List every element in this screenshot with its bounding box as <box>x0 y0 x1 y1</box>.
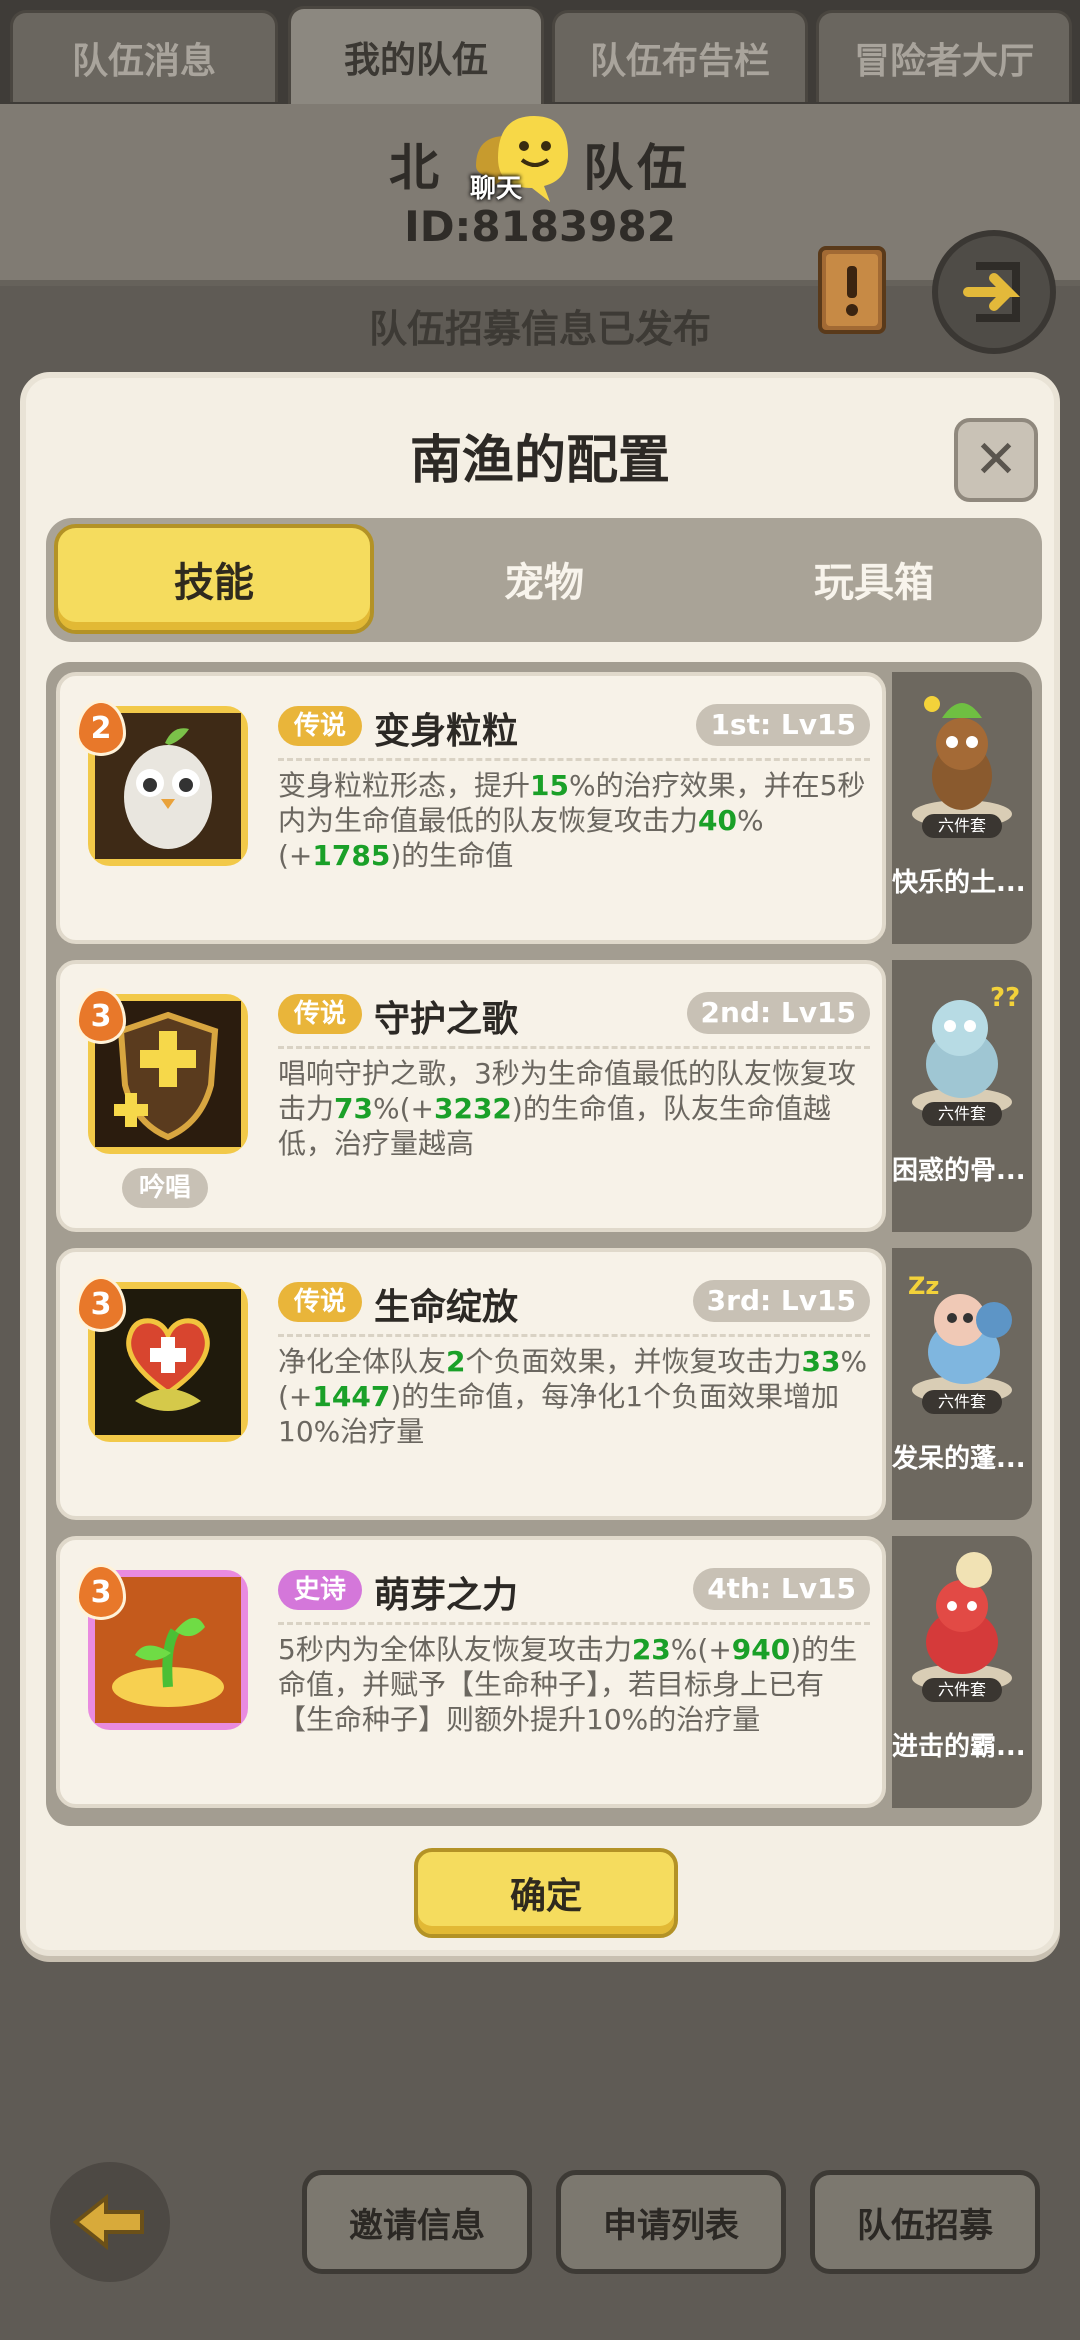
skill-name: 生命绽放 <box>374 1287 519 1328</box>
skill-name: 萌芽之力 <box>374 1575 519 1616</box>
highlight-value: 2 <box>446 1345 466 1378</box>
highlight-value: 33 <box>801 1345 841 1378</box>
skill-description: 唱响守护之歌，3秒为生命值最低的队友恢复攻击力73%(+3232)的生命值，队友… <box>278 1056 870 1161</box>
slot-badge: 4th: Lv15 <box>693 1568 870 1610</box>
pet-image: Zz <box>908 1272 1012 1404</box>
highlight-value: 3232 <box>433 1092 512 1125</box>
description-text: 变身粒粒形态，提升 <box>278 769 531 802</box>
chant-badge: 吟唱 <box>122 1168 208 1208</box>
loadout-tab-bar: 技能 宠物 玩具箱 <box>46 518 1042 642</box>
highlight-value: 940 <box>731 1633 791 1666</box>
skill-description: 净化全体队友2个负面效果，并恢复攻击力33%(+1447)的生命值，每净化1个负… <box>278 1344 870 1449</box>
chat-label: 聊天 <box>470 174 523 204</box>
close-icon: ✕ <box>974 430 1018 490</box>
skill-name: 守护之歌 <box>374 999 519 1040</box>
highlight-value: 1447 <box>312 1380 391 1413</box>
skill-list: 2 传说 变身粒粒 1st: Lv15 变身粒粒形态，提升15%的治疗效果，并在… <box>46 662 1042 1826</box>
pet-card[interactable]: Zz 六件套 发呆的蓬... <box>892 1248 1032 1520</box>
team-recruit-button[interactable]: 队伍招募 <box>810 2170 1040 2274</box>
invite-info-button[interactable]: 邀请信息 <box>302 2170 532 2274</box>
pet-image: ?? <box>912 983 1020 1116</box>
skill-card[interactable]: 3 传说 生命绽放 3rd: Lv15 净化全体队友2个负面效果，并恢复攻击力3… <box>56 1248 886 1520</box>
pet-set-badge: 六件套 <box>922 1102 1002 1126</box>
description-text: 5秒内为全体队友恢复攻击力 <box>278 1633 632 1666</box>
pet-card[interactable]: 六件套 快乐的土... <box>892 672 1032 944</box>
highlight-value: 1785 <box>312 839 391 872</box>
pet-name: 进击的霸... <box>892 1732 1026 1762</box>
skill-card[interactable]: 3 吟唱 传说 守护之歌 2nd: Lv15 唱响守护之歌，3秒为生命值最低的队… <box>56 960 886 1232</box>
description-text: %(+ <box>670 1633 732 1666</box>
tab-adventurer-hall[interactable]: 冒险者大厅 <box>816 10 1072 102</box>
pet-image <box>912 696 1012 828</box>
skill-name: 变身粒粒 <box>374 711 519 752</box>
tab-team-messages[interactable]: 队伍消息 <box>10 10 278 102</box>
skill-description: 变身粒粒形态，提升15%的治疗效果，并在5秒内为生命值最低的队友恢复攻击力40%… <box>278 768 870 873</box>
slot-badge: 2nd: Lv15 <box>686 992 870 1034</box>
team-id: ID:8183982 <box>404 202 676 251</box>
close-button[interactable]: ✕ <box>954 418 1038 502</box>
pet-card[interactable]: 六件套 进击的霸... <box>892 1536 1032 1808</box>
tab-my-team[interactable]: 我的队伍 <box>288 6 544 104</box>
rarity-badge: 史诗 <box>278 1570 362 1610</box>
back-arrow-icon <box>72 2193 144 2251</box>
tab-skills[interactable]: 技能 <box>54 524 374 634</box>
divider <box>278 1622 870 1625</box>
skill-description: 5秒内为全体队友恢复攻击力23%(+940)的生命值，并赋予【生命种子】，若目标… <box>278 1632 870 1737</box>
highlight-value: 23 <box>631 1633 671 1666</box>
rarity-badge: 传说 <box>278 1282 362 1322</box>
pet-name: 困惑的骨... <box>892 1156 1026 1186</box>
top-tab-bar: 队伍消息 我的队伍 队伍布告栏 冒险者大厅 <box>0 0 1080 104</box>
recruit-status-text: 队伍招募信息已发布 <box>368 307 711 351</box>
tab-team-bulletin[interactable]: 队伍布告栏 <box>552 10 808 102</box>
divider <box>278 758 870 761</box>
tab-pets[interactable]: 宠物 <box>384 524 704 634</box>
pet-name: 快乐的土... <box>892 868 1026 898</box>
pet-name: 发呆的蓬... <box>892 1444 1026 1474</box>
confirm-button[interactable]: 确定 <box>414 1848 678 1938</box>
tab-toybox[interactable]: 玩具箱 <box>714 524 1034 634</box>
back-button[interactable] <box>50 2162 170 2282</box>
svg-text:??: ?? <box>990 983 1020 1013</box>
highlight-value: 15 <box>530 769 569 802</box>
pet-card[interactable]: ?? 六件套 困惑的骨... <box>892 960 1032 1232</box>
description-text: 净化全体队友 <box>278 1345 447 1378</box>
highlight-value: 40 <box>698 804 737 837</box>
application-list-button[interactable]: 申请列表 <box>556 2170 786 2274</box>
pet-set-badge: 六件套 <box>922 814 1002 838</box>
rarity-badge: 传说 <box>278 994 362 1034</box>
slot-badge: 3rd: Lv15 <box>692 1280 870 1322</box>
pet-set-badge: 六件套 <box>922 1390 1002 1414</box>
rarity-badge: 传说 <box>278 706 362 746</box>
highlight-value: 73 <box>334 1092 373 1125</box>
skill-card[interactable]: 3 史诗 萌芽之力 4th: Lv15 5秒内为全体队友恢复攻击力23%(+94… <box>56 1536 886 1808</box>
skill-card[interactable]: 2 传说 变身粒粒 1st: Lv15 变身粒粒形态，提升15%的治疗效果，并在… <box>56 672 886 944</box>
pet-image <box>912 1552 1012 1692</box>
svg-text:Zz: Zz <box>908 1272 939 1300</box>
divider <box>278 1046 870 1049</box>
description-text: %(+ <box>372 1092 434 1125</box>
description-text: )的生命值 <box>390 839 514 872</box>
divider <box>278 1334 870 1337</box>
pet-set-badge: 六件套 <box>922 1678 1002 1702</box>
description-text: 个负面效果，并恢复攻击力 <box>465 1345 802 1378</box>
slot-badge: 1st: Lv15 <box>696 704 870 746</box>
modal-title: 南渔的配置 <box>409 431 670 491</box>
loadout-modal: 南渔的配置 ✕ 技能 宠物 玩具箱 2 传说 变身粒粒 1st: Lv15 变身… <box>20 372 1060 1956</box>
